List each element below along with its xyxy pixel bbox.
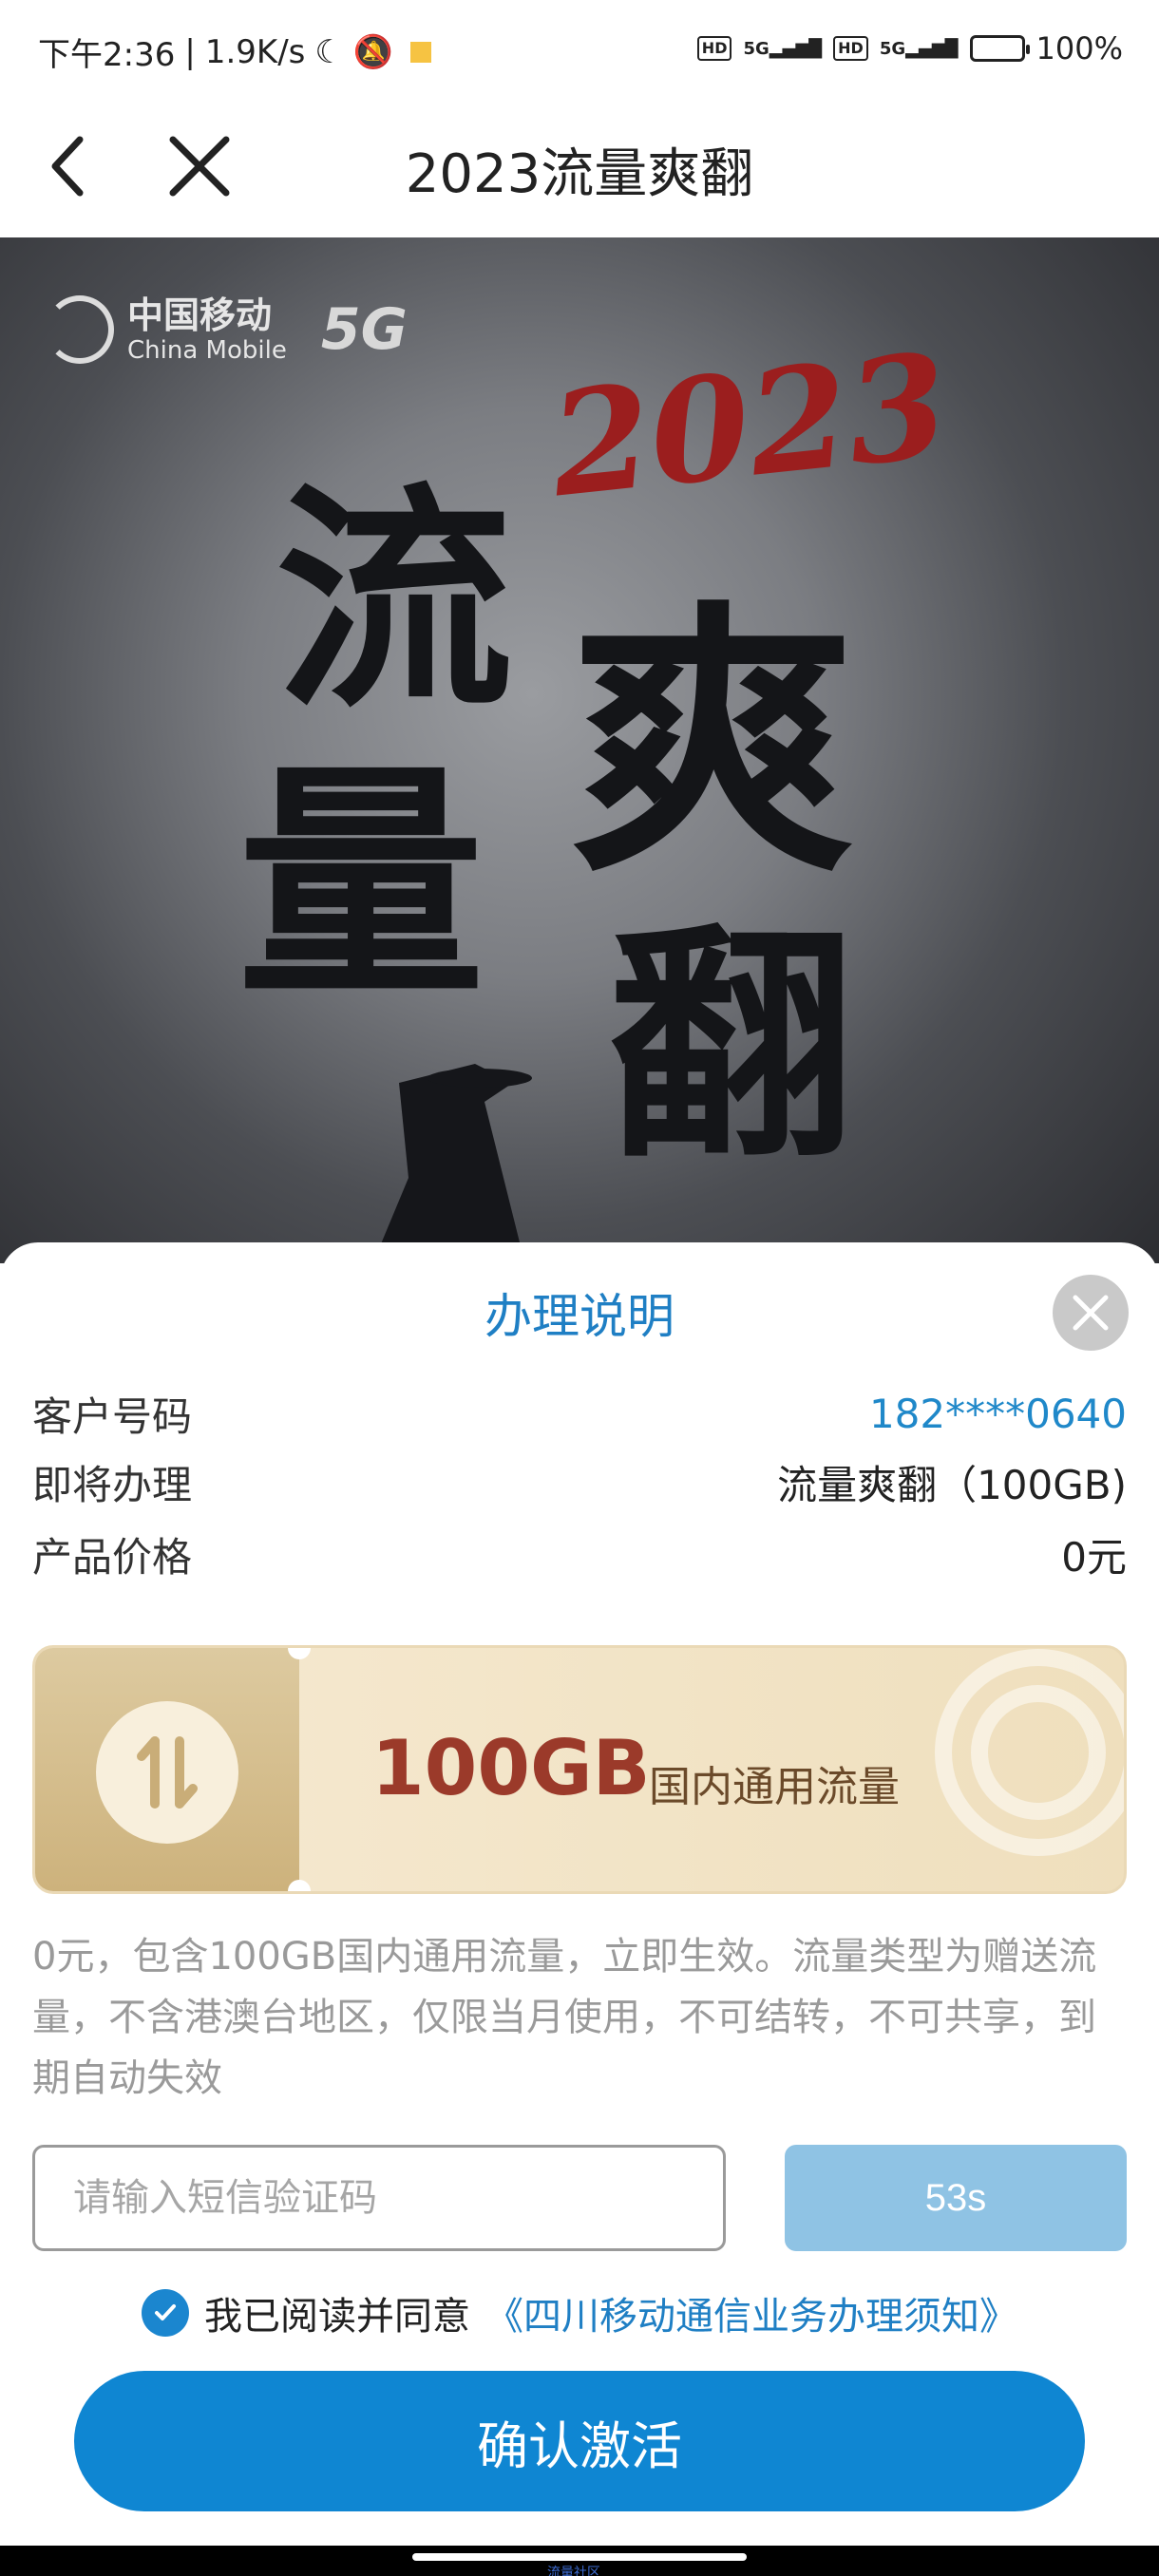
notification-icon <box>410 41 432 63</box>
info-row-phone: 客户号码 182****0640 <box>32 1385 1127 1442</box>
china-mobile-logo-icon <box>46 295 114 364</box>
data-transfer-icon <box>137 1736 198 1809</box>
calligraphy-char: 翻 <box>608 901 855 1191</box>
signal-label: 5G <box>879 38 906 59</box>
watermark: 流量社区 <box>547 2566 600 2576</box>
info-value: 182****0640 <box>868 1390 1127 1437</box>
info-label: 即将办理 <box>32 1461 193 1508</box>
signal-label: 5G <box>743 38 770 59</box>
agreement: 我已阅读并同意 《四川移动通信业务办理须知》 <box>0 2280 1159 2346</box>
banner-year: 2023 <box>542 321 956 530</box>
info-row-price: 产品价格 0元 <box>32 1525 1127 1582</box>
info-label: 客户号码 <box>32 1392 193 1440</box>
page-title: 2023流量爽翻 <box>405 143 754 205</box>
info-value: 流量爽翻（100GB) <box>777 1461 1127 1508</box>
agreement-text: 我已阅读并同意 <box>204 2295 470 2339</box>
calligraphy-char: 量 <box>238 740 484 1030</box>
hd-badge: HD <box>696 36 732 61</box>
confirm-activate-button[interactable]: 确认激活 <box>74 2371 1085 2511</box>
swordsman-silhouette <box>372 1064 532 1263</box>
brand-name-en: China Mobile <box>127 336 287 365</box>
sheet-close-button[interactable] <box>1053 1275 1129 1351</box>
promo-banner: 中国移动 China Mobile 5G 2023 流 量 爽 翻 <box>0 237 1159 1263</box>
resend-code-button[interactable]: 53s <box>785 2145 1127 2251</box>
hd-badge: HD <box>833 36 868 61</box>
mute-icon: 🔕 <box>352 32 394 71</box>
moon-icon: ☾ <box>314 32 344 71</box>
coupon-desc: 国内通用流量 <box>649 1763 900 1811</box>
nav-bar: 2023流量爽翻 <box>0 95 1159 237</box>
info-value: 0元 <box>1061 1533 1127 1581</box>
divider: | <box>184 32 196 71</box>
network-speed: 1.9K/s <box>204 32 306 71</box>
battery-level: 100% <box>1036 30 1123 66</box>
agreement-link[interactable]: 《四川移动通信业务办理须知》 <box>485 2285 1017 2340</box>
activation-sheet: 办理说明 客户号码 182****0640 即将办理 流量爽翻（100GB) 产… <box>0 1242 1159 2546</box>
data-coupon: 100GB 国内通用流量 <box>32 1645 1127 1894</box>
home-indicator[interactable] <box>412 2553 747 2561</box>
sheet-title: 办理说明 <box>484 1289 674 1344</box>
check-icon <box>155 2304 176 2320</box>
battery-icon <box>969 35 1030 62</box>
status-bar: 下午2:36 | 1.9K/s ☾ 🔕 HD 5G▂▄▆█ HD 5G▂▄▆█ … <box>0 0 1159 95</box>
sms-code-input[interactable] <box>32 2145 726 2251</box>
status-left: 下午2:36 | 1.9K/s ☾ 🔕 <box>38 28 432 75</box>
brand-5g: 5G <box>320 296 408 363</box>
signal-icon: 5G▂▄▆█ <box>743 38 823 59</box>
logo-watermark <box>935 1649 1124 1856</box>
product-description: 0元，包含100GB国内通用流量，立即生效。流量类型为赠送流量，不含港澳台地区，… <box>32 1935 1097 2100</box>
coupon-amount: 100GB <box>371 1724 651 1812</box>
brand-logo: 中国移动 China Mobile 5G <box>46 294 408 365</box>
info-label: 产品价格 <box>32 1533 193 1581</box>
system-nav-bar: 流量社区 <box>0 2546 1159 2576</box>
clock: 下午2:36 <box>38 36 176 74</box>
signal-icon: 5G▂▄▆█ <box>879 38 959 59</box>
brand-name-cn: 中国移动 <box>127 294 273 336</box>
agree-checkbox[interactable] <box>142 2289 189 2337</box>
info-row-product: 即将办理 流量爽翻（100GB) <box>32 1453 1127 1510</box>
status-right: HD 5G▂▄▆█ HD 5G▂▄▆█ 100% <box>696 30 1123 66</box>
close-icon <box>1073 1295 1109 1331</box>
